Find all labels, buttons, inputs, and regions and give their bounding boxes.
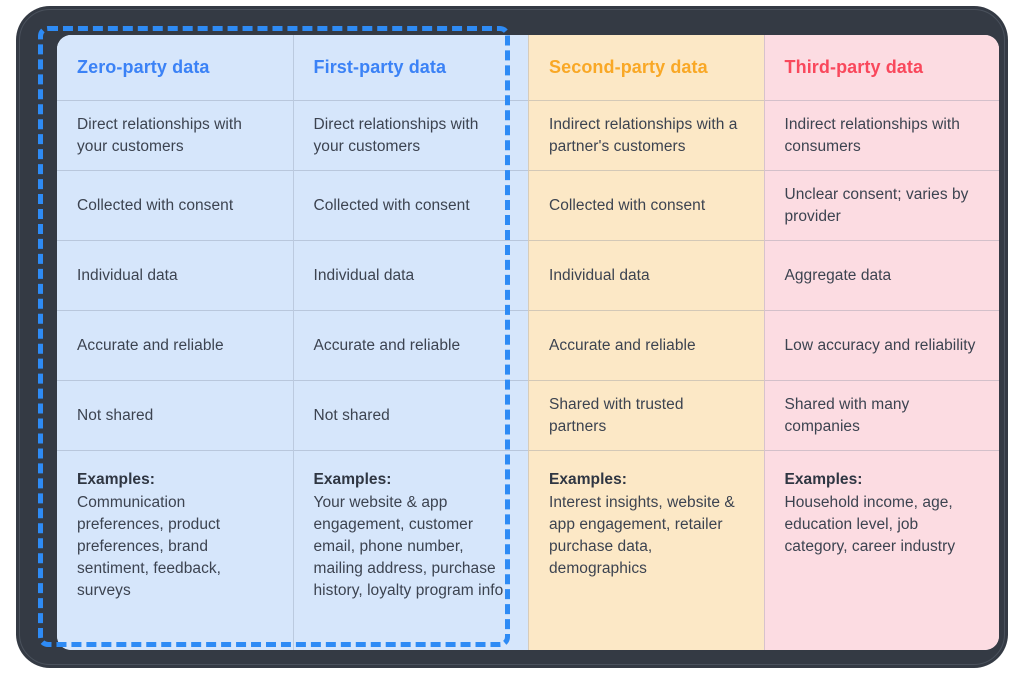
table-cell: Collected with consent [528, 171, 764, 241]
screen-area: Zero-party data First-party data Second-… [57, 35, 999, 650]
table-cell: Direct relationships with your customers [57, 101, 293, 171]
table-cell: Accurate and reliable [528, 311, 764, 381]
column-header-zero-party: Zero-party data [57, 35, 293, 101]
table-cell: Collected with consent [57, 171, 293, 241]
table-cell: Unclear consent; varies by provider [763, 171, 999, 241]
data-types-comparison-table: Zero-party data First-party data Second-… [57, 35, 999, 650]
examples-cell: Examples: Interest insights, website & a… [528, 451, 764, 650]
examples-label: Examples: [77, 471, 155, 488]
examples-cell: Examples: Household income, age, educati… [763, 451, 999, 650]
table-cell: Aggregate data [763, 241, 999, 311]
table-cell: Accurate and reliable [292, 311, 528, 381]
column-header-second-party: Second-party data [528, 35, 764, 101]
column-header-first-party: First-party data [292, 35, 528, 101]
table-cell: Direct relationships with your customers [292, 101, 528, 171]
table-cell: Shared with many companies [763, 381, 999, 451]
examples-cell: Examples: Communication preferences, pro… [57, 451, 293, 650]
table-cell: Indirect relationships with consumers [763, 101, 999, 171]
examples-text: Communication preferences, product prefe… [77, 494, 222, 599]
column-header-third-party: Third-party data [763, 35, 999, 101]
table-cell: Accurate and reliable [57, 311, 293, 381]
table-cell: Collected with consent [292, 171, 528, 241]
table-cell: Shared with trusted partners [528, 381, 764, 451]
examples-text: Your website & app engagement, customer … [313, 494, 504, 599]
examples-cell: Examples: Your website & app engagement,… [292, 451, 528, 650]
table-cell: Low accuracy and reliability [763, 311, 999, 381]
table-cell: Not shared [57, 381, 293, 451]
examples-label: Examples: [784, 471, 863, 488]
device-frame: Zero-party data First-party data Second-… [16, 6, 1008, 668]
screenshot-root: Zero-party data First-party data Second-… [0, 0, 1024, 680]
examples-label: Examples: [313, 471, 392, 488]
table-cell: Not shared [292, 381, 528, 451]
table-cell: Individual data [528, 241, 764, 311]
examples-text: Household income, age, education level, … [784, 494, 956, 555]
table-cell: Individual data [57, 241, 293, 311]
table-cell: Individual data [292, 241, 528, 311]
examples-label: Examples: [549, 471, 627, 488]
examples-text: Interest insights, website & app engagem… [549, 494, 735, 577]
table-cell: Indirect relationships with a partner's … [528, 101, 764, 171]
